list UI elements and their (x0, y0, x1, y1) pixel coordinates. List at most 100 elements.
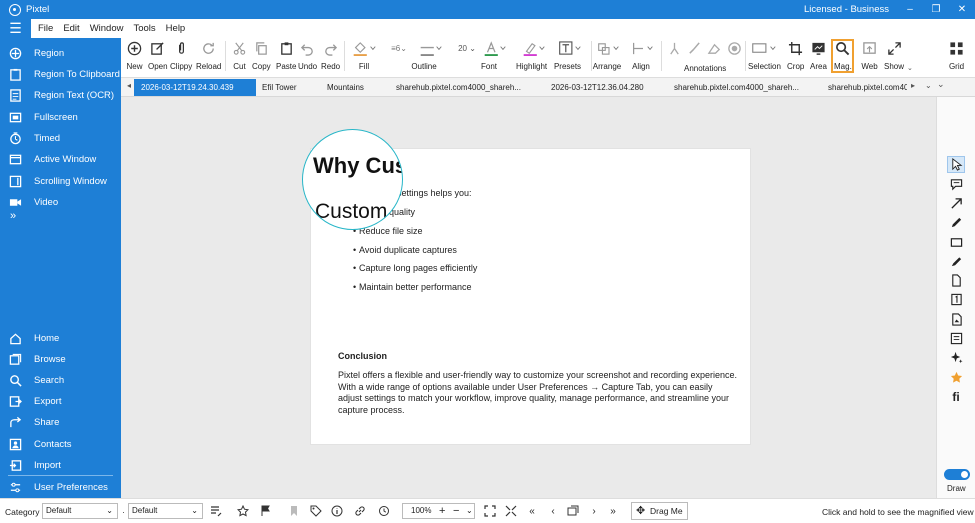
sidebar-more-chevron-icon[interactable]: » (10, 210, 16, 222)
maximize-button[interactable]: ❐ (923, 4, 949, 15)
zoom-in-plus-icon[interactable]: + (439, 504, 445, 518)
info-icon[interactable] (331, 505, 343, 517)
sidebar-item-share[interactable]: Share (0, 412, 121, 432)
web-button[interactable]: Web (861, 40, 878, 71)
magnifier-lens[interactable]: Why Cus Custom (302, 129, 403, 230)
sidebar-item-home[interactable]: Home (0, 328, 121, 348)
menu-tools[interactable]: Tools (133, 23, 155, 34)
sidebar-item-scrolling-window[interactable]: Scrolling Window (0, 171, 121, 191)
outline-width-dropdown[interactable]: ≡ 6 ⌄ (386, 40, 412, 57)
outline-color-dropdown[interactable]: Outline (411, 40, 444, 71)
favorites-tool-button[interactable] (947, 369, 965, 386)
sidebar-item-region-to-clipboard[interactable]: Region To Clipboard (0, 64, 121, 84)
menu-file[interactable]: File (38, 23, 53, 34)
annotation-tool-1-button[interactable] (666, 40, 683, 57)
tab-list-dropdown-icon[interactable]: ⌄ (925, 81, 932, 90)
tab-options-icon[interactable]: ⌄ (937, 79, 945, 90)
step-number-tool-button[interactable] (947, 291, 965, 308)
font-size-dropdown[interactable]: 20 ⌄ (454, 40, 480, 57)
open-button[interactable]: Open (148, 40, 168, 71)
flag-icon[interactable] (260, 505, 272, 517)
show-button[interactable]: Show (884, 40, 904, 71)
text-style-tool-icon[interactable]: fi (947, 388, 965, 405)
tab-document[interactable]: sharehub.pixtel.com40 (828, 79, 907, 96)
presets-dropdown[interactable]: Presets (554, 40, 583, 71)
tab-document[interactable]: 2026-03-12T19.24.30.439 (134, 79, 256, 96)
stamp-tool-button[interactable] (947, 330, 965, 347)
highlight-dropdown[interactable]: Highlight (516, 40, 547, 71)
drag-me-button[interactable]: ✥ Drag Me (631, 502, 688, 520)
sidebar-item-contacts[interactable]: Contacts (0, 434, 121, 454)
copy-button[interactable]: Copy (252, 40, 271, 71)
menu-help[interactable]: Help (166, 23, 186, 34)
tab-scroll-left-icon[interactable]: ◂ (127, 81, 131, 90)
reload-button[interactable]: Reload (196, 40, 221, 71)
fit-to-window-icon[interactable] (484, 505, 496, 517)
sidebar-item-video[interactable]: Video (0, 192, 121, 212)
menu-window[interactable]: Window (90, 23, 124, 34)
crop-button[interactable]: Crop (787, 40, 804, 71)
zoom-level-field[interactable]: 100% + − ⌄ (402, 503, 475, 519)
pen-tool-button[interactable] (947, 214, 965, 231)
edit-properties-icon[interactable] (210, 505, 222, 517)
sidebar-item-region[interactable]: Region (0, 43, 121, 63)
page-view-icon[interactable] (567, 505, 579, 517)
tab-document[interactable]: sharehub.pixtel.com4000_shareh... (674, 79, 808, 96)
canvas-area[interactable]: ture settings helps you: quality • Reduc… (121, 97, 936, 498)
category-select[interactable]: Default ⌄ (42, 503, 118, 519)
annotation-tool-4-button[interactable] (726, 40, 743, 57)
bookmark-icon[interactable] (288, 505, 300, 517)
sidebar-item-active-window[interactable]: Active Window (0, 149, 121, 169)
minimize-button[interactable]: – (897, 4, 923, 15)
actual-size-icon[interactable] (505, 505, 517, 517)
chevron-down-icon[interactable]: ⌄ (466, 504, 473, 518)
tab-scroll-right-icon[interactable]: ▸ (911, 81, 915, 90)
close-button[interactable]: ✕ (949, 4, 975, 15)
next-page-icon[interactable]: › (588, 505, 600, 517)
menu-edit[interactable]: Edit (63, 23, 79, 34)
magic-tool-button[interactable] (947, 349, 965, 366)
font-color-dropdown[interactable]: Font (481, 40, 508, 71)
sidebar-item-region-text-ocr[interactable]: Region Text (OCR) (0, 85, 121, 105)
undo-button[interactable]: Undo (298, 40, 317, 71)
sidebar-item-user-preferences[interactable]: User Preferences (0, 477, 121, 497)
draw-toggle[interactable] (944, 469, 970, 480)
first-page-icon[interactable]: « (526, 505, 538, 517)
rectangle-tool-button[interactable] (947, 234, 965, 251)
pointer-tool-button[interactable] (947, 156, 965, 173)
sidebar-item-import[interactable]: Import (0, 455, 121, 475)
annotation-tool-3-button[interactable] (706, 40, 723, 57)
sidebar-item-export[interactable]: Export (0, 391, 121, 411)
new-button[interactable]: New (126, 40, 143, 71)
sidebar-item-fullscreen[interactable]: Fullscreen (0, 107, 121, 127)
tab-document[interactable]: Efil Tower (262, 79, 322, 96)
tab-document[interactable]: 2026-03-12T12.36.04.280 (551, 79, 663, 96)
magnifier-button[interactable]: Mag. (834, 40, 852, 71)
link-icon[interactable] (354, 505, 366, 517)
tab-document[interactable]: Mountains (327, 79, 387, 96)
paste-button[interactable]: Paste (276, 40, 296, 71)
hamburger-menu-icon[interactable]: ☰ (0, 19, 31, 38)
callout-tool-button[interactable] (947, 176, 965, 193)
previous-page-icon[interactable]: ‹ (547, 505, 559, 517)
tab-document[interactable]: sharehub.pixtel.com4000_shareh... (396, 79, 530, 96)
sidebar-item-timed[interactable]: Timed (0, 128, 121, 148)
clippy-button[interactable]: Clippy (170, 40, 192, 71)
cut-button[interactable]: Cut (231, 40, 248, 71)
style-select[interactable]: Default ⌄ (128, 503, 203, 519)
sidebar-item-browse[interactable]: Browse (0, 349, 121, 369)
blank-page-tool-button[interactable] (947, 272, 965, 289)
zoom-out-minus-icon[interactable]: − (453, 504, 459, 518)
tag-icon[interactable] (310, 505, 322, 517)
image-edit-tool-button[interactable] (947, 311, 965, 328)
arrange-dropdown[interactable]: Arrange (593, 40, 622, 71)
selection-dropdown[interactable]: Selection (748, 40, 781, 71)
fill-dropdown[interactable]: Fill (351, 40, 377, 71)
favorite-star-icon[interactable] (237, 505, 249, 517)
annotation-tool-2-button[interactable] (686, 40, 703, 57)
align-dropdown[interactable]: Align (630, 40, 656, 71)
arrow-tool-button[interactable] (947, 195, 965, 212)
highlighter-tool-button[interactable] (947, 253, 965, 270)
history-icon[interactable] (378, 505, 390, 517)
sidebar-item-search[interactable]: Search (0, 370, 121, 390)
